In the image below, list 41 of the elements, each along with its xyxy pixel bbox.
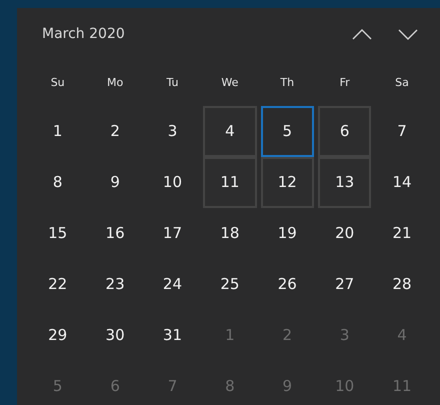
day-cell[interactable]: 17 (146, 208, 200, 259)
day-cell[interactable]: 2 (88, 106, 142, 157)
day-cell[interactable]: 19 (260, 208, 314, 259)
day-cell[interactable]: 15 (31, 208, 84, 259)
day-cell[interactable]: 24 (146, 259, 200, 310)
day-cell[interactable]: 11 (203, 157, 257, 208)
day-cell[interactable]: 20 (318, 208, 372, 259)
weekday-label: Tu (165, 74, 180, 91)
day-cell[interactable]: 30 (88, 310, 142, 361)
day-cell[interactable]: 21 (375, 208, 429, 259)
day-cell[interactable]: 22 (31, 259, 84, 310)
chevron-up-icon (352, 28, 372, 40)
weekday-label: Mo (106, 74, 124, 91)
day-cell[interactable]: 23 (88, 259, 142, 310)
weekday-label: Th (279, 74, 296, 91)
day-cell[interactable]: 1 (31, 106, 84, 157)
day-cell[interactable]: 12 (260, 157, 314, 208)
day-cell[interactable]: 13 (318, 157, 372, 208)
day-cell[interactable]: 28 (375, 259, 429, 310)
day-cell[interactable]: 14 (375, 157, 429, 208)
weekday-label: Sa (394, 74, 410, 91)
day-cell[interactable]: 31 (146, 310, 200, 361)
day-cell[interactable]: 6 (318, 106, 372, 157)
weekday-label: We (220, 74, 240, 91)
weekday-label: Fr (338, 74, 351, 91)
day-cell[interactable]: 25 (203, 259, 257, 310)
day-cell[interactable]: 8 (31, 157, 84, 208)
weekday-label: Su (50, 74, 66, 91)
day-cell[interactable]: 26 (260, 259, 314, 310)
day-cell[interactable]: 16 (88, 208, 142, 259)
day-cell[interactable]: 10 (146, 157, 200, 208)
day-cell[interactable]: 4 (203, 106, 257, 157)
day-cell[interactable]: 29 (31, 310, 84, 361)
day-cell[interactable]: 7 (375, 106, 429, 157)
chevron-down-icon (398, 28, 418, 40)
day-cell[interactable]: 18 (203, 208, 257, 259)
month-title[interactable]: March 2020 (42, 24, 125, 44)
day-cell[interactable]: 5 (260, 106, 314, 157)
day-cell[interactable]: 27 (318, 259, 372, 310)
day-cell[interactable]: 9 (88, 157, 142, 208)
day-cell[interactable]: 3 (146, 106, 200, 157)
